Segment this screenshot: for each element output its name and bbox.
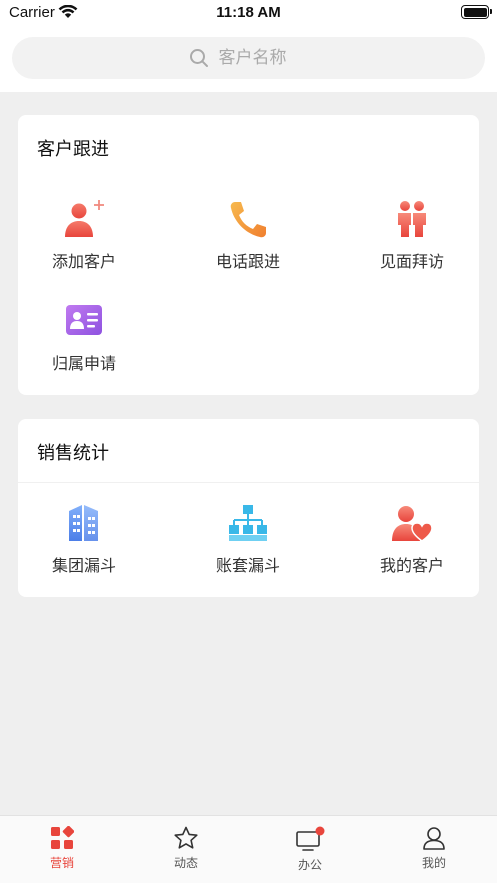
building-icon bbox=[69, 505, 98, 541]
star-icon bbox=[174, 826, 198, 849]
search-box[interactable] bbox=[12, 37, 485, 79]
tab-mine-label: 我的 bbox=[421, 856, 446, 870]
my-customer-icon bbox=[392, 506, 433, 542]
follow-up-title: 客户跟进 bbox=[37, 139, 109, 160]
add-customer-item[interactable]: 添加客户 bbox=[14, 197, 154, 272]
sales-stats-title: 销售统计 bbox=[37, 443, 109, 464]
user-icon bbox=[423, 827, 445, 850]
status-bar: Carrier 11:18 AM bbox=[0, 0, 497, 26]
tab-bar: 营销 动态 办公 我的 bbox=[0, 815, 497, 883]
my-customers-item[interactable]: 我的客户 bbox=[342, 501, 482, 576]
tab-activity-label: 动态 bbox=[173, 856, 198, 870]
visit-icon bbox=[398, 201, 426, 237]
my-customers-label: 我的客户 bbox=[379, 556, 444, 575]
group-funnel-item[interactable]: 集团漏斗 bbox=[14, 501, 154, 576]
tab-marketing[interactable]: 营销 bbox=[0, 816, 124, 883]
ownership-apply-label: 归属申请 bbox=[51, 354, 116, 373]
follow-up-card: 客户跟进 添加客户 电话跟进 见面拜访 归属申请 bbox=[18, 115, 479, 395]
card-divider bbox=[18, 482, 479, 483]
battery-icon bbox=[461, 5, 492, 19]
status-time: 11:18 AM bbox=[216, 4, 281, 21]
tab-activity[interactable]: 动态 bbox=[124, 816, 248, 883]
phone-follow-up-label: 电话跟进 bbox=[215, 252, 280, 271]
tab-marketing-label: 营销 bbox=[49, 856, 74, 870]
visit-label: 见面拜访 bbox=[379, 252, 444, 271]
search-area bbox=[0, 26, 497, 92]
search-icon bbox=[189, 49, 208, 67]
org-chart-icon bbox=[229, 505, 267, 541]
tab-office-label: 办公 bbox=[297, 858, 322, 872]
ownership-apply-item[interactable]: 归属申请 bbox=[14, 299, 154, 374]
add-customer-icon bbox=[65, 200, 104, 237]
group-funnel-label: 集团漏斗 bbox=[51, 556, 116, 575]
tab-office[interactable]: 办公 bbox=[248, 816, 372, 883]
id-card-icon bbox=[66, 305, 102, 335]
phone-follow-up-item[interactable]: 电话跟进 bbox=[178, 197, 318, 272]
account-funnel-label: 账套漏斗 bbox=[215, 556, 280, 575]
tab-mine[interactable]: 我的 bbox=[372, 816, 496, 883]
account-funnel-item[interactable]: 账套漏斗 bbox=[178, 501, 318, 576]
search-input[interactable] bbox=[218, 48, 309, 68]
visit-item[interactable]: 见面拜访 bbox=[342, 197, 482, 272]
sales-stats-card: 销售统计 集团漏斗 账套漏斗 我的客户 bbox=[18, 419, 479, 597]
grid-icon bbox=[51, 826, 74, 849]
monitor-icon bbox=[296, 826, 325, 851]
add-customer-label: 添加客户 bbox=[51, 252, 116, 271]
phone-icon bbox=[230, 202, 266, 238]
